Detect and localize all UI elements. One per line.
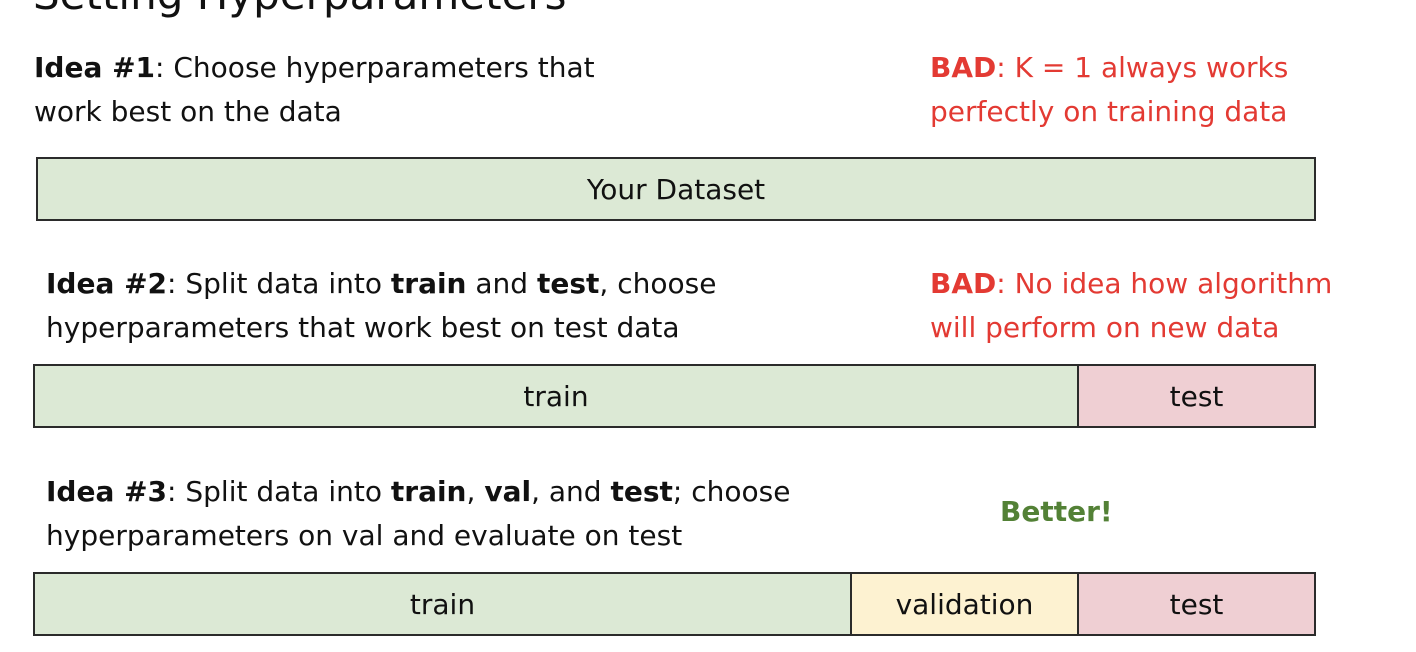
idea3-verdict: Better! <box>1000 495 1113 528</box>
slide-title: Setting Hyperparameters <box>33 0 567 16</box>
idea2-verdict-label: BAD <box>930 267 997 300</box>
idea2-verdict: BAD: No idea how algorithm will perform … <box>930 262 1332 350</box>
idea1-verdict-line1: : K = 1 always works <box>996 51 1289 84</box>
idea3-text-part: ; choose <box>672 475 791 508</box>
idea1-verdict-line2: perfectly on training data <box>930 95 1288 128</box>
segment-validation: validation <box>850 574 1077 634</box>
idea3-line2: hyperparameters on val and evaluate on t… <box>46 519 683 552</box>
segment-train: train <box>35 366 1077 426</box>
idea2-test-word: test <box>536 267 600 300</box>
idea2-text-part: and <box>466 267 537 300</box>
idea2-text-part: , choose <box>599 267 717 300</box>
idea3-text-part: , and <box>531 475 611 508</box>
idea1-verdict-label: BAD <box>930 51 997 84</box>
idea3-text-part: , <box>466 475 485 508</box>
idea3-train-word: train <box>390 475 467 508</box>
idea1-text: Idea #1: Choose hyperparameters that wor… <box>34 46 595 134</box>
idea1-label: Idea #1 <box>34 51 156 84</box>
train-val-test-bar: train validation test <box>33 572 1316 636</box>
segment-your-dataset: Your Dataset <box>38 159 1314 219</box>
idea2-verdict-line1: : No idea how algorithm <box>996 267 1333 300</box>
idea2-line2: hyperparameters that work best on test d… <box>46 311 680 344</box>
segment-train: train <box>35 574 850 634</box>
idea2-text: Idea #2: Split data into train and test,… <box>46 262 716 350</box>
idea3-val-word: val <box>484 475 532 508</box>
dataset-bar: Your Dataset <box>36 157 1316 221</box>
segment-test: test <box>1077 574 1314 634</box>
idea2-train-word: train <box>390 267 467 300</box>
idea1-line2: work best on the data <box>34 95 342 128</box>
idea1-verdict: BAD: K = 1 always works perfectly on tra… <box>930 46 1288 134</box>
idea2-text-part: : Split data into <box>167 267 391 300</box>
idea1-line1: : Choose hyperparameters that <box>155 51 595 84</box>
idea3-text: Idea #3: Split data into train, val, and… <box>46 470 790 558</box>
segment-test: test <box>1077 366 1314 426</box>
idea3-test-word: test <box>610 475 673 508</box>
idea2-label: Idea #2 <box>46 267 168 300</box>
train-test-bar: train test <box>33 364 1316 428</box>
idea2-verdict-line2: will perform on new data <box>930 311 1280 344</box>
idea3-label: Idea #3 <box>46 475 168 508</box>
idea3-text-part: : Split data into <box>167 475 391 508</box>
